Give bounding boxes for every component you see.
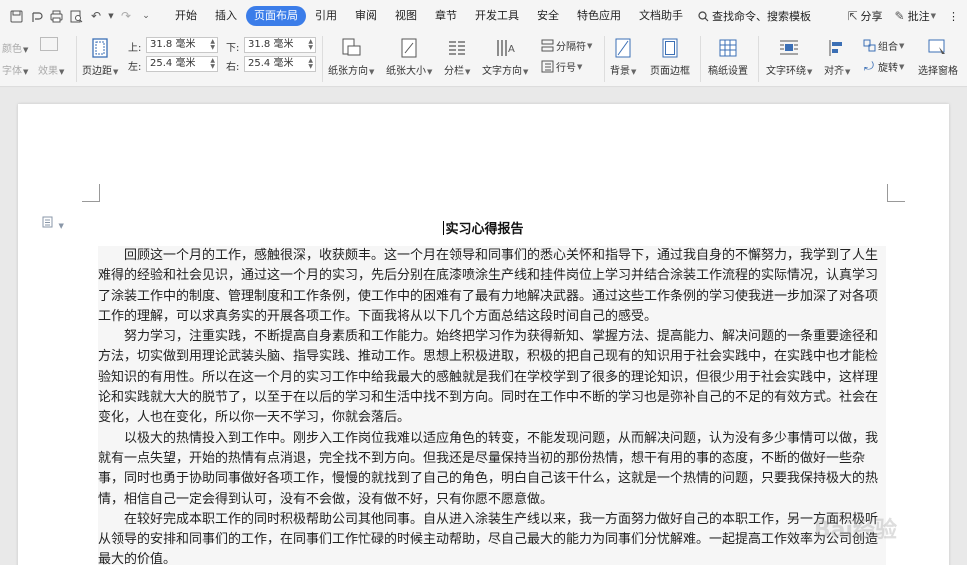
align-button[interactable]: 对齐▼ xyxy=(824,37,850,77)
margin-bottom-label: 下: xyxy=(226,43,240,54)
columns-button[interactable]: 分栏▼ xyxy=(444,37,470,77)
paper-size-icon xyxy=(398,37,420,59)
menu-bar: ↶ ▼ ↷ ⌄ 开始 插入 页面布局 引用 审阅 视图 章节 开发工具 安全 特… xyxy=(0,0,967,32)
svg-text:A: A xyxy=(508,44,515,55)
text-direction-button[interactable]: A 文字方向▼ xyxy=(482,37,528,77)
print-preview-icon[interactable] xyxy=(66,6,86,26)
more-actions-button[interactable]: ⋮ xyxy=(942,10,967,23)
comment-button[interactable]: ✎ 批注 ▼ xyxy=(889,8,942,24)
menu-review[interactable]: 审阅 xyxy=(346,6,386,26)
breaks-button[interactable]: 分隔符 ▼ xyxy=(540,38,592,53)
more-icon: ⋮ xyxy=(948,9,959,23)
print-icon[interactable] xyxy=(46,6,66,26)
menu-references[interactable]: 引用 xyxy=(306,6,346,26)
ribbon-separator xyxy=(604,36,605,82)
wrap-text-icon xyxy=(778,37,800,59)
command-search[interactable]: 查找命令、搜索模板 xyxy=(698,8,811,24)
share-icon: ⇱ xyxy=(847,9,858,23)
search-label: 查找命令、搜索模板 xyxy=(712,10,811,23)
undo-history-icon[interactable] xyxy=(26,6,46,26)
chevron-down-icon: ▼ xyxy=(930,12,936,20)
text-direction-icon: A xyxy=(494,37,516,59)
paragraph[interactable]: 努力学习，注重实践，不断提高自身素质和工作能力。始终把学习作为获得新知、掌握方法… xyxy=(98,327,886,428)
margin-left-input[interactable]: 25.4 毫米 ▲ ▼ xyxy=(146,56,218,72)
orientation-icon xyxy=(340,37,362,59)
background-button[interactable]: 背景▼ xyxy=(610,37,636,77)
page-border-icon xyxy=(659,37,681,59)
share-button[interactable]: ⇱ 分享 xyxy=(841,8,888,24)
quick-access-toolbar: ↶ ▼ ↷ ⌄ xyxy=(6,6,156,26)
menu-section[interactable]: 章节 xyxy=(426,6,466,26)
theme-font-button[interactable]: 字体▼ xyxy=(2,62,28,77)
columns-icon xyxy=(446,37,468,59)
redo-icon[interactable]: ↷ xyxy=(116,6,136,26)
paper-size-button[interactable]: 纸张大小▼ xyxy=(386,37,432,77)
paragraph[interactable]: 在较好完成本职工作的同时积极帮助公司其他同事。自从进入涂装生产线以来，我一方面努… xyxy=(98,510,886,565)
menu-features[interactable]: 特色应用 xyxy=(568,6,630,26)
margin-corner-mark xyxy=(82,184,100,202)
menu-security[interactable]: 安全 xyxy=(528,6,568,26)
paragraph[interactable]: 以极大的热情投入到工作中。刚步入工作岗位我难以适应角色的转变，不能发现问题，从而… xyxy=(98,429,886,510)
undo-icon[interactable]: ↶ xyxy=(86,6,106,26)
margin-left-label: 左: xyxy=(128,62,142,73)
breaks-icon xyxy=(540,39,554,53)
page-border-button[interactable]: 页面边框 xyxy=(650,37,690,77)
share-label: 分享 xyxy=(860,10,883,23)
comment-icon: ✎ xyxy=(894,9,905,23)
line-numbers-button[interactable]: 行号 ▼ xyxy=(540,59,582,74)
menu-doc-assistant[interactable]: 文档助手 xyxy=(630,6,692,26)
margins-icon xyxy=(89,37,111,59)
group-button[interactable]: 组合 ▼ xyxy=(862,38,904,53)
document-body[interactable]: 回顾这一个月的工作，感触很深，收获颇丰。这一个月在领导和同事们的悉心关怀和指导下… xyxy=(98,246,886,565)
paragraph[interactable]: 回顾这一个月的工作，感触很深，收获颇丰。这一个月在领导和同事们的悉心关怀和指导下… xyxy=(98,246,886,327)
menu-page-layout[interactable]: 页面布局 xyxy=(246,6,306,26)
menu-view[interactable]: 视图 xyxy=(386,6,426,26)
ribbon-separator xyxy=(700,36,701,82)
more-icon[interactable]: ⌄ xyxy=(136,6,156,26)
selection-pane-button[interactable]: 选择窗格 xyxy=(918,37,958,77)
theme-color-button[interactable]: 颜色▼ xyxy=(2,40,28,55)
grid-paper-icon xyxy=(717,37,739,59)
margins-label: 页边距 xyxy=(82,66,112,77)
ribbon-separator xyxy=(758,36,759,82)
document-title[interactable]: 实习心得报告 xyxy=(18,218,949,237)
line-numbers-icon xyxy=(540,60,554,74)
margin-right-label: 右: xyxy=(226,62,240,73)
background-icon xyxy=(612,37,634,59)
comment-label: 批注 xyxy=(907,10,930,23)
top-right-actions: ⇱ 分享 ✎ 批注 ▼ ⋮ xyxy=(841,0,967,32)
menu-insert[interactable]: 插入 xyxy=(206,6,246,26)
document-page[interactable]: ▼ 实习心得报告 回顾这一个月的工作，感触很深，收获颇丰。这一个月在领导和同事们… xyxy=(18,104,949,565)
wrap-text-button[interactable]: 文字环绕▼ xyxy=(766,37,812,77)
rotate-button[interactable]: ⤾ 旋转 ▼ xyxy=(862,59,904,74)
baidu-watermark: Bai经验 xyxy=(813,518,897,543)
theme-preview-icon[interactable] xyxy=(40,37,58,51)
ribbon-separator xyxy=(322,36,323,82)
rotate-icon: ⤾ xyxy=(864,59,874,73)
ribbon-separator xyxy=(76,36,77,82)
menu-start[interactable]: 开始 xyxy=(166,6,206,26)
document-canvas[interactable]: ▼ 实习心得报告 回顾这一个月的工作，感触很深，收获颇丰。这一个月在领导和同事们… xyxy=(0,88,967,565)
group-icon xyxy=(862,39,876,53)
grid-paper-button[interactable]: 稿纸设置 xyxy=(708,37,748,77)
ribbon-page-layout: 颜色▼ 字体▼ 效果▼ 页边距▼ 上: 31.8 毫米 ▲ ▼ 下: 31.8 毫米… xyxy=(0,32,967,87)
search-icon xyxy=(698,10,709,21)
margin-top-label: 上: xyxy=(128,43,142,54)
selection-pane-icon xyxy=(927,37,949,59)
margin-top-input[interactable]: 31.8 毫米 ▲ ▼ xyxy=(146,37,218,53)
theme-effect-button[interactable]: 效果▼ xyxy=(38,62,64,77)
margin-right-input[interactable]: 25.4 毫米 ▲ ▼ xyxy=(244,56,316,72)
chevron-down-icon[interactable]: ▼ xyxy=(106,6,116,26)
margin-bottom-input[interactable]: 31.8 毫米 ▲ ▼ xyxy=(244,37,316,53)
margins-button[interactable]: 页边距▼ xyxy=(82,37,118,77)
main-menu: 开始 插入 页面布局 引用 审阅 视图 章节 开发工具 安全 特色应用 文档助手… xyxy=(166,6,811,26)
margin-corner-mark xyxy=(887,184,905,202)
align-icon xyxy=(826,37,848,59)
save-icon[interactable] xyxy=(6,6,26,26)
orientation-button[interactable]: 纸张方向▼ xyxy=(328,37,374,77)
menu-developer[interactable]: 开发工具 xyxy=(466,6,528,26)
